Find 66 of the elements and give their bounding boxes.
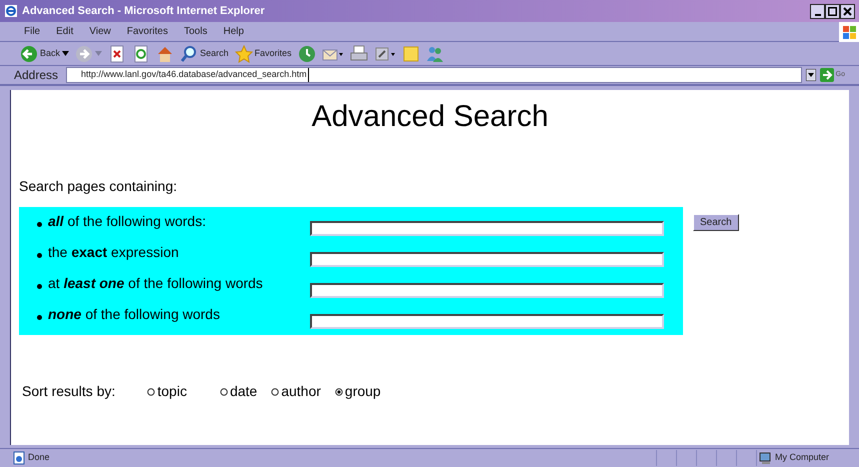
criteria-text: the exact expression — [48, 243, 180, 262]
criteria-text: none of the following words — [48, 305, 221, 324]
close-icon — [843, 6, 852, 16]
close-button[interactable] — [840, 4, 855, 18]
history-icon — [298, 44, 316, 62]
back-button[interactable]: Back — [20, 44, 70, 64]
dropdown-arrow-icon[interactable] — [806, 69, 816, 81]
radio-button[interactable] — [147, 388, 156, 396]
text-input[interactable] — [310, 283, 664, 298]
bullet-icon — [37, 222, 42, 227]
radio-option[interactable]: group — [334, 381, 381, 402]
menu-item[interactable]: Favorites — [118, 24, 176, 39]
history-button[interactable] — [298, 44, 316, 64]
forward-button[interactable] — [75, 44, 102, 64]
radio-option[interactable]: author — [271, 381, 321, 402]
radio-option[interactable]: topic — [147, 381, 187, 402]
address-field[interactable]: http://www.lanl.gov/ta46.database/advanced_search.htm — [66, 67, 802, 83]
go-arrow-icon — [820, 68, 834, 82]
criteria-text: all of the following words: — [48, 212, 207, 231]
refresh-button[interactable] — [132, 44, 150, 64]
radio-button[interactable] — [220, 388, 228, 396]
text-input[interactable] — [310, 252, 664, 267]
address-label: Address — [14, 67, 60, 84]
bullet-icon — [37, 284, 42, 289]
menu-item[interactable]: Edit — [48, 24, 82, 39]
maximize-button[interactable] — [825, 4, 840, 18]
bullet-icon — [37, 253, 42, 258]
sort-label: Sort results by: — [22, 382, 116, 401]
radio-option[interactable]: date — [220, 381, 258, 402]
stop-icon — [108, 44, 126, 62]
text-input[interactable] — [310, 314, 664, 329]
print-button[interactable] — [350, 44, 368, 64]
home-icon — [156, 44, 174, 62]
page-heading: Advanced Search — [310, 102, 550, 132]
page-icon — [12, 451, 26, 465]
menu-item[interactable]: View — [81, 24, 119, 39]
window-title: Advanced Search - Microsoft Internet Explorer — [22, 4, 265, 19]
favorites-button[interactable]: Favorites — [234, 44, 292, 64]
minimize-icon — [814, 14, 820, 16]
menu-item[interactable]: File — [16, 24, 48, 39]
text-input[interactable] — [310, 221, 664, 236]
browser-icon — [4, 4, 18, 18]
stop-button[interactable] — [108, 44, 126, 64]
search-button[interactable]: Search — [180, 44, 229, 64]
radio-button[interactable] — [271, 388, 280, 396]
menu-item[interactable]: Help — [215, 24, 252, 39]
search-icon — [180, 44, 198, 62]
maximize-icon — [828, 6, 837, 16]
edit-icon — [374, 44, 396, 62]
star-icon — [234, 44, 253, 62]
people-icon — [426, 44, 444, 62]
dropdown-arrow-icon — [95, 51, 102, 56]
radio-button[interactable] — [334, 388, 343, 396]
zone-panel: My Computer — [756, 450, 859, 466]
menu-item[interactable]: Tools — [176, 24, 216, 39]
dropdown-arrow-icon — [62, 51, 70, 56]
criteria-text: at least one of the following words — [48, 274, 264, 293]
intro-text: Search pages containing: — [19, 177, 178, 196]
minimize-button[interactable] — [810, 4, 825, 18]
bullet-icon — [37, 315, 42, 320]
search-button[interactable]: Search — [693, 214, 739, 231]
refresh-icon — [132, 44, 150, 62]
computer-icon — [759, 451, 773, 465]
status-text: Done — [28, 451, 50, 464]
printer-icon — [350, 44, 368, 62]
note-icon — [402, 44, 420, 62]
